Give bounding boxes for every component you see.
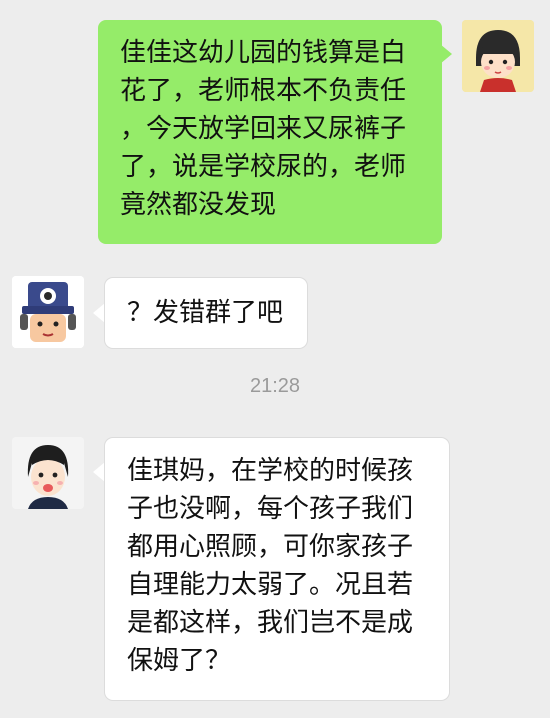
message-line: 佳佳这幼儿园的钱算是白	[120, 38, 407, 68]
sender-bubble-tail	[93, 462, 105, 482]
sender-bubble-tail	[93, 303, 105, 323]
message-line: 自理能力太弱了。况且若	[127, 570, 414, 600]
message-line: 子也没啊，每个孩子我们	[127, 494, 414, 524]
message-line: 竟然都没发现	[120, 190, 277, 220]
robot-avatar-icon	[12, 276, 84, 348]
message-line: 是都这样，我们岂不是成	[127, 608, 414, 638]
message-line: 了，说是学校尿的，老师	[120, 152, 407, 182]
cartoon-girl-avatar-icon	[462, 20, 534, 92]
message-line: 花了，老师根本不负责任	[120, 76, 407, 106]
message-line: 保姆了？	[127, 646, 232, 676]
sender-avatar[interactable]	[12, 276, 84, 348]
message-line: 都用心照顾，可你家孩子	[127, 532, 414, 562]
self-message-bubble[interactable]: 佳佳这幼儿园的钱算是白 花了，老师根本不负责任 ，今天放学回来又尿裤子 了，说是…	[98, 20, 442, 244]
self-avatar[interactable]	[462, 20, 534, 92]
sender-message-bubble[interactable]: 佳琪妈，在学校的时候孩 子也没啊，每个孩子我们 都用心照顾，可你家孩子 自理能力…	[105, 438, 449, 700]
chat-view: 佳佳这幼儿园的钱算是白 花了，老师根本不负责任 ，今天放学回来又尿裤子 了，说是…	[0, 0, 550, 718]
sender-message-bubble[interactable]: ？发错群了吧	[105, 278, 307, 348]
cartoon-boy-avatar-icon	[12, 437, 84, 509]
message-line: ？发错群了吧	[127, 298, 284, 328]
message-line: ，今天放学回来又尿裤子	[120, 114, 407, 144]
chat-timestamp: 21:28	[249, 375, 301, 397]
sender-avatar[interactable]	[12, 437, 84, 509]
message-line: 佳琪妈，在学校的时候孩	[127, 456, 414, 486]
